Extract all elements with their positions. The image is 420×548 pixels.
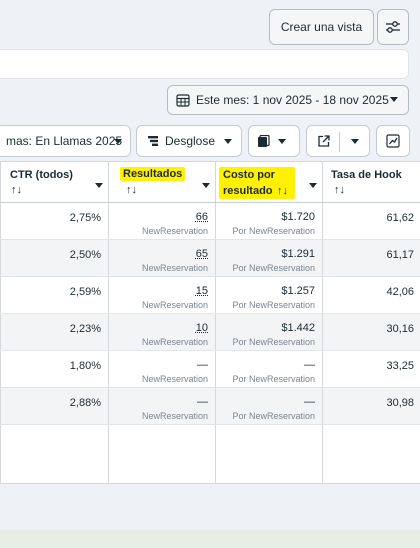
hook-rate-value: 61,17 xyxy=(386,249,414,261)
export-icon xyxy=(318,135,330,147)
row-divider xyxy=(0,424,420,425)
column-header-cost-label-1: Costo por xyxy=(223,169,275,181)
results-value: — xyxy=(197,359,208,371)
create-view-label: Crear una vista xyxy=(280,20,363,34)
ctr-value: 2,59% xyxy=(69,286,101,298)
cost-subtitle: Por NewReservation xyxy=(232,411,315,421)
chevron-down-icon[interactable] xyxy=(202,183,210,188)
chevron-down-icon xyxy=(114,139,122,144)
view-selector-label: mas: En Llamas 2025 xyxy=(6,134,123,148)
ctr-value: 2,75% xyxy=(69,212,101,224)
breakdown-icon xyxy=(148,136,158,146)
column-header-results-label: Resultados xyxy=(120,167,186,181)
cost-subtitle: Por NewReservation xyxy=(232,374,315,384)
chevron-down-icon xyxy=(224,139,232,144)
results-subtitle: NewReservation xyxy=(141,374,208,384)
hook-rate-value: 30,98 xyxy=(386,397,414,409)
export-divider xyxy=(339,132,340,152)
chart-button[interactable] xyxy=(376,125,410,157)
breakdown-label: Desglose xyxy=(165,134,216,148)
sort-icon[interactable]: ↑↓ xyxy=(277,185,288,197)
reports-icon xyxy=(258,134,270,147)
row-divider xyxy=(0,350,420,351)
hook-rate-value: 30,16 xyxy=(386,323,414,335)
column-header-hook-label: Tasa de Hook xyxy=(331,169,402,181)
column-divider xyxy=(215,162,216,484)
column-divider xyxy=(108,162,109,484)
date-range-picker[interactable]: Este mes: 1 nov 2025 - 18 nov 2025 xyxy=(167,85,409,115)
bottom-strip xyxy=(0,530,420,548)
chevron-down-icon xyxy=(278,138,286,144)
cost-subtitle: Por NewReservation xyxy=(232,337,315,347)
sort-icon[interactable]: ↑↓ xyxy=(11,184,22,196)
results-value: — xyxy=(197,396,208,408)
cost-value: — xyxy=(304,359,315,371)
chevron-down-icon[interactable] xyxy=(95,183,103,188)
results-value: 65 xyxy=(195,248,208,260)
hook-rate-value: 61,62 xyxy=(386,212,414,224)
hook-rate-value: 42,06 xyxy=(386,286,414,298)
column-header-cost-label-2: resultado xyxy=(223,185,273,197)
chart-icon xyxy=(386,134,400,148)
results-value: 66 xyxy=(195,211,208,223)
cost-value: — xyxy=(304,396,315,408)
sort-icon[interactable]: ↑↓ xyxy=(334,184,345,196)
results-table: CTR (todos) ↑↓ Resultados ↑↓ Costo por r… xyxy=(0,161,420,484)
results-subtitle: NewReservation xyxy=(141,300,208,310)
sliders-icon xyxy=(386,21,400,33)
results-value: 10 xyxy=(195,322,208,334)
results-subtitle: NewReservation xyxy=(141,411,208,421)
column-divider xyxy=(0,162,1,484)
column-header-ctr-label: CTR (todos) xyxy=(10,169,73,181)
date-range-label: Este mes: 1 nov 2025 - 18 nov 2025 xyxy=(196,93,389,107)
row-divider xyxy=(0,239,420,240)
export-button[interactable] xyxy=(306,125,370,157)
cost-value: $1.720 xyxy=(281,211,315,223)
cost-value: $1.291 xyxy=(281,248,315,260)
row-divider xyxy=(0,387,420,388)
reports-button[interactable] xyxy=(248,125,300,157)
results-subtitle: NewReservation xyxy=(141,226,208,236)
calendar-icon xyxy=(176,94,190,107)
chevron-down-icon[interactable] xyxy=(351,139,359,144)
cost-subtitle: Por NewReservation xyxy=(232,226,315,236)
row-shade xyxy=(0,239,420,276)
cost-subtitle: Por NewReservation xyxy=(232,263,315,273)
results-value: 15 xyxy=(195,285,208,297)
results-subtitle: NewReservation xyxy=(141,337,208,347)
ctr-value: 2,88% xyxy=(69,397,101,409)
header-divider xyxy=(0,202,420,203)
hook-rate-value: 33,25 xyxy=(386,360,414,372)
column-divider xyxy=(322,162,323,484)
sort-icon[interactable]: ↑↓ xyxy=(126,184,137,196)
column-settings-button[interactable] xyxy=(377,9,409,45)
row-shade xyxy=(0,313,420,350)
ctr-value: 2,50% xyxy=(69,249,101,261)
chevron-down-icon xyxy=(390,97,398,102)
cost-subtitle: Por NewReservation xyxy=(232,300,315,310)
breakdown-button[interactable]: Desglose xyxy=(136,125,242,157)
create-view-button[interactable]: Crear una vista xyxy=(269,9,374,45)
ctr-value: 2,23% xyxy=(69,323,101,335)
row-divider xyxy=(0,313,420,314)
table-toolbar: mas: En Llamas 2025 Desglose xyxy=(0,125,420,157)
cost-value: $1.257 xyxy=(281,285,315,297)
cost-value: $1.442 xyxy=(281,322,315,334)
ctr-value: 1,80% xyxy=(69,360,101,372)
view-selector[interactable]: mas: En Llamas 2025 xyxy=(0,125,131,157)
results-subtitle: NewReservation xyxy=(141,263,208,273)
row-shade xyxy=(0,387,420,424)
row-divider xyxy=(0,276,420,277)
search-filter-bar[interactable] xyxy=(0,49,409,79)
chevron-down-icon[interactable] xyxy=(309,183,317,188)
